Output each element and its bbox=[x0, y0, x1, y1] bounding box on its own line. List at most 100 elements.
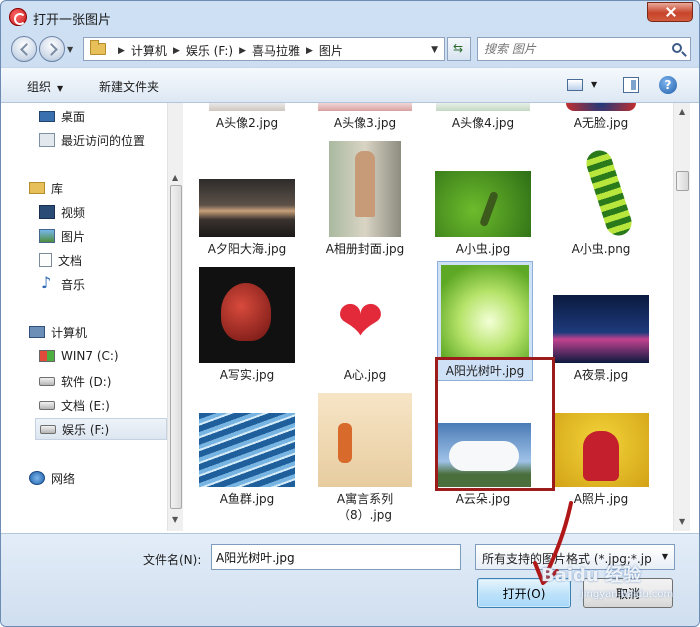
desktop-icon bbox=[39, 110, 55, 122]
search-input[interactable] bbox=[484, 41, 654, 57]
documents-icon bbox=[39, 253, 52, 267]
nav-item-recent-places[interactable]: 最近访问的位置 bbox=[39, 129, 167, 151]
nav-item-library[interactable]: 库 bbox=[29, 177, 167, 199]
nav-item-drive-d[interactable]: 软件 (D:) bbox=[39, 370, 167, 392]
scroll-thumb[interactable] bbox=[676, 171, 689, 191]
drive-icon bbox=[39, 400, 55, 410]
view-dropdown-icon[interactable]: ▼ bbox=[591, 80, 597, 89]
preview-pane-icon[interactable] bbox=[623, 77, 639, 93]
nav-item-label: 文档 (E:) bbox=[61, 398, 110, 413]
file-thumbnail bbox=[441, 265, 529, 359]
scroll-up-icon[interactable]: ▲ bbox=[679, 107, 685, 116]
nav-item-desktop[interactable]: 桌面 bbox=[39, 105, 167, 127]
help-icon[interactable]: ? bbox=[659, 76, 677, 94]
filename-input[interactable] bbox=[216, 549, 456, 565]
file-name: A头像3.jpg bbox=[333, 116, 397, 130]
file-item[interactable]: A鱼群.jpg bbox=[191, 391, 303, 521]
video-icon bbox=[39, 205, 55, 219]
file-item[interactable]: A头像2.jpg bbox=[191, 103, 303, 133]
search-box[interactable] bbox=[477, 37, 691, 61]
recent-places-icon bbox=[39, 133, 55, 147]
nav-item-drive-e[interactable]: 文档 (E:) bbox=[39, 394, 167, 416]
chevron-down-icon: ▼ bbox=[57, 84, 64, 93]
search-icon[interactable] bbox=[672, 43, 682, 53]
nav-item-documents[interactable]: 文档 bbox=[39, 249, 167, 271]
nav-item-label: 音乐 bbox=[61, 277, 86, 292]
window-title: 打开一张图片 bbox=[33, 13, 112, 28]
nav-item-drive-f[interactable]: 娱乐 (F:) bbox=[35, 418, 167, 440]
file-item[interactable]: A夕阳大海.jpg bbox=[191, 139, 303, 259]
scroll-down-icon[interactable]: ▼ bbox=[172, 515, 178, 524]
forward-button[interactable] bbox=[39, 36, 65, 62]
baidu-watermark: Baidu 经验 jingyan.baidu.com bbox=[541, 561, 691, 621]
file-item[interactable]: A夜景.jpg bbox=[545, 265, 657, 385]
file-item[interactable]: A心.jpg bbox=[309, 265, 421, 385]
music-icon bbox=[39, 273, 55, 292]
nav-item-computer[interactable]: 计算机 bbox=[29, 321, 167, 343]
drive-icon bbox=[39, 376, 55, 386]
address-bar[interactable]: ▶ 计算机 ▶ 娱乐 (F:) ▶ 喜马拉雅 ▶ 图片 ▼ bbox=[83, 37, 445, 61]
file-item[interactable]: A相册封面.jpg bbox=[309, 139, 421, 259]
back-button[interactable] bbox=[11, 36, 37, 62]
breadcrumb: ▶ 计算机 ▶ 娱乐 (F:) ▶ 喜马拉雅 ▶ 图片 bbox=[112, 42, 343, 59]
history-dropdown-icon[interactable]: ▼ bbox=[67, 45, 73, 54]
file-name: A心.jpg bbox=[343, 368, 387, 382]
navigation-pane: 桌面 最近访问的位置 库 视频 图片 文档 ♪ 音乐 计算机 WIN7 (C:)… bbox=[1, 103, 167, 531]
refresh-button[interactable] bbox=[447, 37, 471, 61]
address-dropdown-icon[interactable]: ▼ bbox=[431, 45, 438, 55]
selection-highlight-box bbox=[435, 357, 555, 491]
nav-item-pictures[interactable]: 图片 bbox=[39, 225, 167, 247]
navigation-scrollbar[interactable]: ▲ ▼ bbox=[167, 103, 183, 531]
file-item[interactable]: A小虫.jpg bbox=[427, 139, 539, 259]
breadcrumb-himalaya[interactable]: 喜马拉雅 bbox=[252, 42, 300, 59]
breadcrumb-drive-f[interactable]: 娱乐 (F:) bbox=[186, 42, 233, 59]
file-item[interactable]: A头像4.jpg bbox=[427, 103, 539, 133]
file-item[interactable]: A小虫.png bbox=[545, 139, 657, 259]
file-item[interactable]: A寓言系列（8）.jpg bbox=[309, 391, 421, 522]
address-row: ▼ ▶ 计算机 ▶ 娱乐 (F:) ▶ 喜马拉雅 ▶ 图片 ▼ bbox=[1, 33, 699, 67]
breadcrumb-computer[interactable]: 计算机 bbox=[131, 42, 167, 59]
file-item[interactable]: A写实.jpg bbox=[191, 265, 303, 385]
filename-label: 文件名(N): bbox=[143, 553, 202, 567]
nav-item-label: 最近访问的位置 bbox=[61, 133, 146, 148]
nav-item-video[interactable]: 视频 bbox=[39, 201, 167, 223]
file-thumbnail bbox=[209, 103, 285, 111]
chevron-right-icon[interactable]: ▶ bbox=[173, 46, 180, 56]
nav-item-label: 图片 bbox=[61, 229, 86, 244]
file-name: A鱼群.jpg bbox=[219, 492, 275, 506]
file-name: A写实.jpg bbox=[219, 368, 275, 382]
file-thumbnail bbox=[329, 141, 401, 237]
scroll-thumb[interactable] bbox=[170, 185, 182, 509]
scroll-up-icon[interactable]: ▲ bbox=[172, 173, 178, 182]
chevron-right-icon[interactable]: ▶ bbox=[306, 46, 313, 56]
organize-menu-button[interactable]: 组织 ▼ bbox=[27, 78, 63, 95]
change-view-icon[interactable] bbox=[567, 79, 583, 91]
chevron-right-icon[interactable]: ▶ bbox=[118, 46, 125, 56]
nav-item-music[interactable]: 音乐 bbox=[39, 273, 167, 295]
new-folder-button[interactable]: 新建文件夹 bbox=[99, 78, 159, 95]
computer-icon bbox=[29, 326, 45, 338]
file-name: A寓言系列（8）.jpg bbox=[336, 492, 394, 522]
nav-item-label: 网络 bbox=[51, 471, 76, 486]
nav-item-network[interactable]: 网络 bbox=[29, 467, 167, 489]
windows-drive-icon bbox=[39, 350, 55, 362]
nav-item-label: WIN7 (C:) bbox=[61, 349, 119, 363]
breadcrumb-pictures[interactable]: 图片 bbox=[319, 42, 343, 59]
organize-label: 组织 bbox=[27, 80, 52, 94]
file-name: A头像2.jpg bbox=[215, 116, 279, 130]
scroll-down-icon[interactable]: ▼ bbox=[679, 517, 685, 526]
file-thumbnail bbox=[553, 413, 649, 487]
file-item[interactable]: A头像3.jpg bbox=[309, 103, 421, 133]
nav-item-label: 娱乐 (F:) bbox=[62, 422, 110, 437]
file-thumbnail bbox=[318, 393, 412, 487]
close-button[interactable] bbox=[647, 2, 693, 22]
chevron-down-icon[interactable]: ▼ bbox=[662, 552, 668, 561]
file-grid-scrollbar[interactable]: ▲ ▼ bbox=[673, 103, 690, 531]
filename-field[interactable] bbox=[211, 544, 461, 570]
chevron-right-icon[interactable]: ▶ bbox=[239, 46, 246, 56]
nav-item-drive-c[interactable]: WIN7 (C:) bbox=[39, 345, 167, 367]
file-item[interactable]: A无脸.jpg bbox=[545, 103, 657, 133]
command-toolbar: 组织 ▼ 新建文件夹 ▼ ? bbox=[1, 67, 699, 103]
network-icon bbox=[29, 471, 45, 485]
drive-icon bbox=[40, 424, 56, 434]
